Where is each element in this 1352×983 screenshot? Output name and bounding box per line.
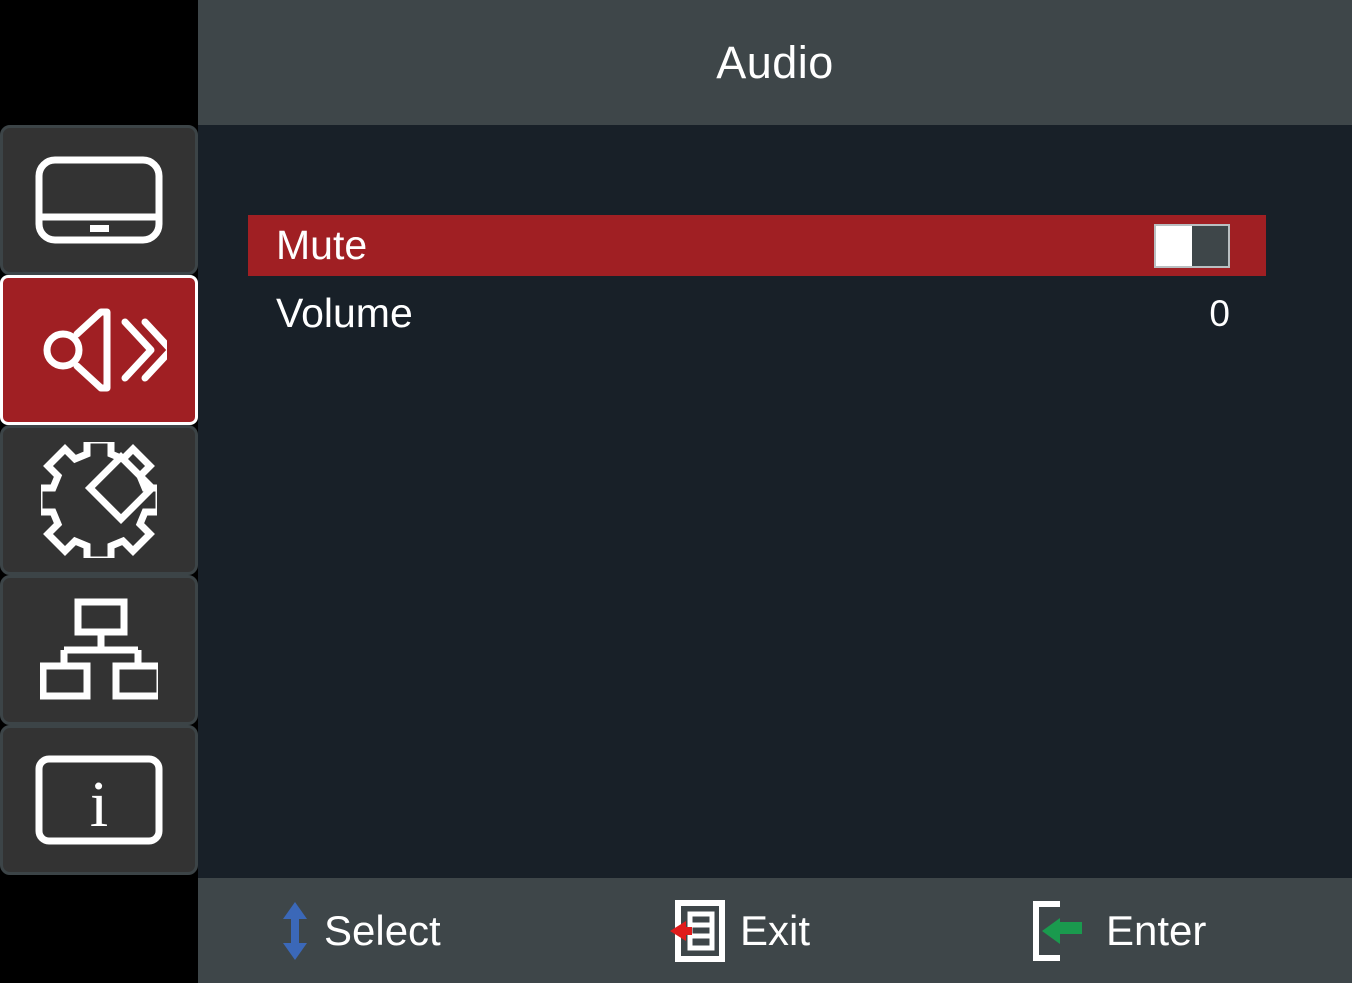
mute-toggle[interactable] (1154, 223, 1230, 268)
enter-return-icon (1030, 900, 1092, 962)
footer-action-label: Select (324, 906, 441, 954)
menu-row-label: Mute (276, 222, 368, 268)
info-icon: i (34, 754, 164, 846)
sidebar-tiles: i (0, 125, 198, 875)
svg-text:i: i (90, 768, 108, 841)
network-icon (40, 598, 158, 702)
page-title: Audio (716, 36, 834, 88)
sidebar: i (0, 0, 198, 983)
osd-menu: i Audio Mute Volume 0 Select Exit Enter (0, 0, 1352, 983)
monitor-icon (34, 155, 164, 245)
footer-action-enter[interactable]: Enter (1030, 900, 1206, 962)
menu-row-value[interactable] (1154, 223, 1266, 268)
menu-row-value: 0 (1209, 295, 1266, 332)
exit-menu-icon (668, 899, 726, 962)
menu-row-volume[interactable]: Volume 0 (248, 283, 1266, 344)
gear-icon (41, 442, 157, 558)
footer-action-exit[interactable]: Exit (668, 899, 811, 962)
content-panel: Mute Volume 0 (198, 125, 1352, 878)
header-bar: Audio (198, 0, 1352, 125)
toggle-track (1192, 226, 1228, 266)
toggle-knob (1156, 225, 1192, 266)
sidebar-item-audio[interactable] (0, 275, 198, 425)
footer-action-label: Exit (740, 906, 811, 954)
menu-row-label: Volume (276, 290, 413, 336)
sidebar-item-information[interactable]: i (0, 725, 198, 875)
menu-row-mute[interactable]: Mute (248, 215, 1266, 276)
up-down-arrow-icon (280, 900, 310, 962)
footer-action-label: Enter (1106, 906, 1207, 954)
sidebar-item-network[interactable] (0, 575, 198, 725)
volume-value: 0 (1209, 293, 1230, 334)
sidebar-item-display[interactable] (0, 125, 198, 275)
sidebar-item-settings[interactable] (0, 425, 198, 575)
footer-bar: Select Exit Enter (198, 878, 1352, 983)
speaker-icon (31, 304, 167, 396)
footer-action-select[interactable]: Select (280, 900, 441, 962)
